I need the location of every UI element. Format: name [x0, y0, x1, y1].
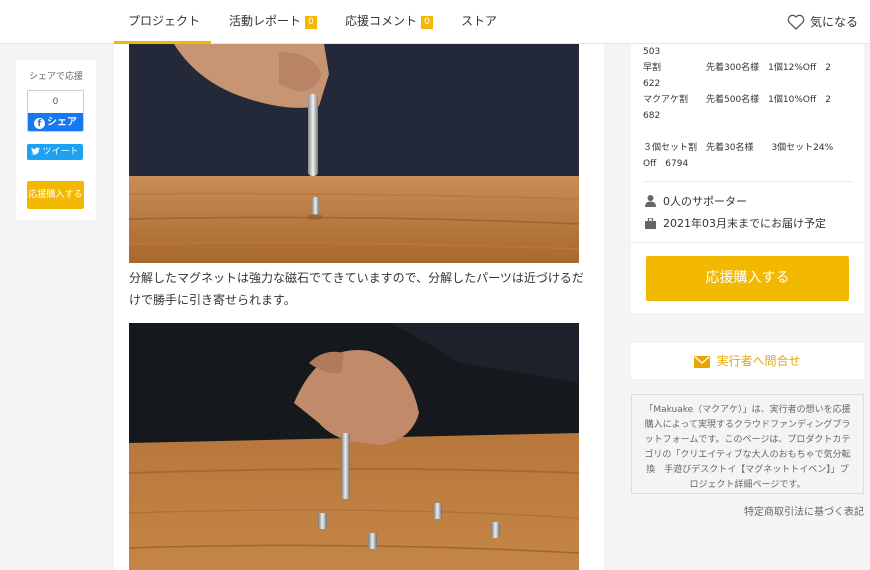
divider — [631, 242, 864, 243]
twitter-bird-icon — [31, 147, 41, 155]
favorite-label: 気になる — [809, 15, 858, 29]
mail-icon — [694, 356, 711, 368]
tab-label: 応援コメント — [345, 14, 418, 28]
about-makuake-text: 「Makuake（マクアケ）」は、実行者の想いを応援購入によって実現するクラウド… — [631, 394, 864, 494]
top-nav: プロジェクト 活動レポート 0 応援コメント 0 ストア 気になる — [0, 0, 870, 44]
buy-button[interactable]: 応援購入する — [646, 256, 849, 301]
tab-comments[interactable]: 応援コメント 0 — [345, 0, 434, 44]
magnet-pieces-photo — [129, 323, 579, 570]
tab-project[interactable]: プロジェクト — [114, 0, 211, 44]
magnet-stack-photo — [129, 44, 579, 263]
side-buy-button[interactable]: 応援購入する — [27, 181, 84, 209]
plan-line: Off 6794 — [643, 159, 689, 169]
plan-line — [643, 124, 858, 140]
contact-creator-button[interactable]: 実行者へ問合せ — [631, 343, 864, 379]
plan-line: マクアケ割 先着500名様 1個10%Off 2 — [643, 95, 831, 105]
tweet-button[interactable]: ツイート — [27, 144, 83, 160]
project-content: 分解したマグネットは強力な磁石でてきていますので、分解したパーツは近づけるだけで… — [114, 44, 604, 570]
supporters-text: 0人のサポーター — [663, 195, 747, 208]
person-icon — [645, 195, 656, 207]
delivery-date: 2021年03月末までにお届け予定 — [645, 215, 826, 231]
tab-label: ストア — [461, 14, 498, 28]
facebook-icon: f — [34, 118, 45, 129]
favorite-button[interactable]: 気になる — [787, 0, 858, 44]
delivery-text: 2021年03月末までにお届け予定 — [663, 217, 826, 230]
share-panel: シェアで応援 0 f シェア ツイート 応援購入する — [16, 60, 96, 220]
tweet-label: ツイート — [42, 147, 79, 157]
discount-plan-list: 503 早割 先着300名様 1個12%Off 2 622 マクアケ割 先着50… — [643, 44, 858, 172]
gift-box-icon — [645, 217, 656, 229]
tab-activity-report[interactable]: 活動レポート 0 — [229, 0, 318, 44]
plan-line: 622 — [643, 79, 661, 89]
count-badge: 0 — [421, 16, 434, 29]
legal-notice-link[interactable]: 特定商取引法に基づく表記 — [744, 503, 864, 518]
share-count: 0 — [28, 91, 83, 113]
share-title: シェアで応援 — [28, 72, 83, 82]
plan-line: ３個セット割 先着30名様 3個セット24% — [643, 143, 834, 153]
contact-label: 実行者へ問合せ — [716, 354, 801, 368]
tab-label: 活動レポート — [229, 14, 302, 28]
facebook-share-widget[interactable]: 0 f シェア — [27, 90, 84, 132]
tab-label: プロジェクト — [128, 14, 201, 28]
tab-store[interactable]: ストア — [461, 0, 497, 44]
plan-line: 503 — [643, 47, 661, 57]
content-paragraph: 分解したマグネットは強力な磁石でてきていますので、分解したパーツは近づけるだけで… — [129, 271, 584, 307]
plan-line: 早割 先着300名様 1個12%Off 2 — [643, 63, 831, 73]
facebook-share-button[interactable]: f シェア — [28, 113, 83, 131]
divider — [643, 181, 853, 182]
return-summary-card: 503 早割 先着300名様 1個12%Off 2 622 マクアケ割 先着50… — [631, 44, 864, 313]
count-badge: 0 — [305, 16, 318, 29]
supporter-count: 0人のサポーター — [645, 193, 747, 209]
facebook-share-label: シェア — [47, 117, 77, 128]
plan-line: 682 — [643, 111, 661, 121]
heart-icon — [787, 14, 805, 30]
